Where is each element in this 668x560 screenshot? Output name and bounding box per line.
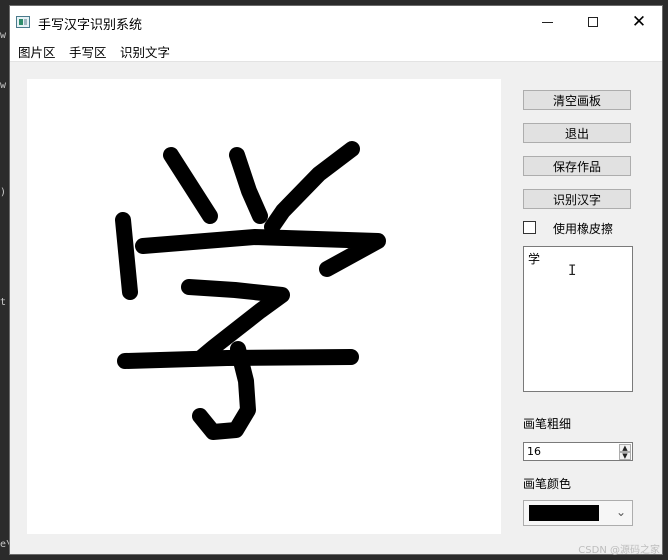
pen-color-label: 画笔颜色 <box>523 477 572 491</box>
close-icon: ✕ <box>631 11 647 32</box>
stroke-top-left <box>163 147 218 224</box>
edge-char: w <box>0 80 7 91</box>
menu-item-handwriting-area[interactable]: 手写区 <box>69 42 107 61</box>
minimize-button[interactable] <box>524 6 570 38</box>
watermark: CSDN @源码之家 <box>578 545 660 556</box>
background-editor-edge: w w ) t e\ <box>0 0 13 560</box>
maximize-icon <box>588 17 598 27</box>
maximize-button[interactable] <box>570 6 616 38</box>
menu-bar: 图片区 手写区 识别文字 <box>10 38 662 62</box>
spin-down-icon[interactable]: ▼ <box>619 452 631 460</box>
app-icon <box>16 16 30 28</box>
title-bar[interactable]: 手写汉字识别系统 ✕ <box>10 6 662 38</box>
chevron-down-icon[interactable]: ⌄ <box>616 505 626 519</box>
stroke-top-middle <box>229 147 268 224</box>
eraser-checkbox[interactable] <box>523 221 536 234</box>
recognition-result-textbox[interactable]: 学 I <box>523 246 633 392</box>
window-title: 手写汉字识别系统 <box>38 18 143 33</box>
edge-char: w <box>0 30 7 41</box>
edge-char: t <box>0 297 7 308</box>
clear-canvas-button[interactable]: 清空画板 <box>523 90 631 110</box>
result-text: 学 <box>528 252 541 266</box>
stroke-roof <box>135 229 386 277</box>
app-window: 手写汉字识别系统 ✕ 图片区 手写区 识别文字 清空画板 退出 保存作品 识别汉… <box>10 6 662 554</box>
text-cursor-icon: I <box>568 263 577 279</box>
drawing-canvas[interactable] <box>27 79 501 534</box>
stroke-left-vertical <box>115 212 138 300</box>
stroke-top-right <box>264 141 360 235</box>
eraser-label: 使用橡皮擦 <box>553 222 614 236</box>
edge-char: e\ <box>0 539 13 550</box>
pen-color-swatch <box>529 505 599 521</box>
close-button[interactable]: ✕ <box>616 6 662 38</box>
exit-button[interactable]: 退出 <box>523 123 631 143</box>
menu-item-image-area[interactable]: 图片区 <box>18 42 56 61</box>
recognize-button[interactable]: 识别汉字 <box>523 189 631 209</box>
edge-char: ) <box>0 187 7 198</box>
minimize-icon <box>541 21 553 23</box>
pen-width-spinbox[interactable]: 16 ▲ ▼ <box>523 442 633 461</box>
save-work-button[interactable]: 保存作品 <box>523 156 631 176</box>
menu-item-recognize-text[interactable]: 识别文字 <box>120 42 170 61</box>
handwritten-character <box>115 141 386 440</box>
spin-up-icon[interactable]: ▲ <box>619 444 631 452</box>
pen-width-label: 画笔粗细 <box>523 417 572 431</box>
pen-width-value: 16 <box>527 445 541 458</box>
pen-color-dropdown[interactable]: ⌄ <box>523 500 633 526</box>
